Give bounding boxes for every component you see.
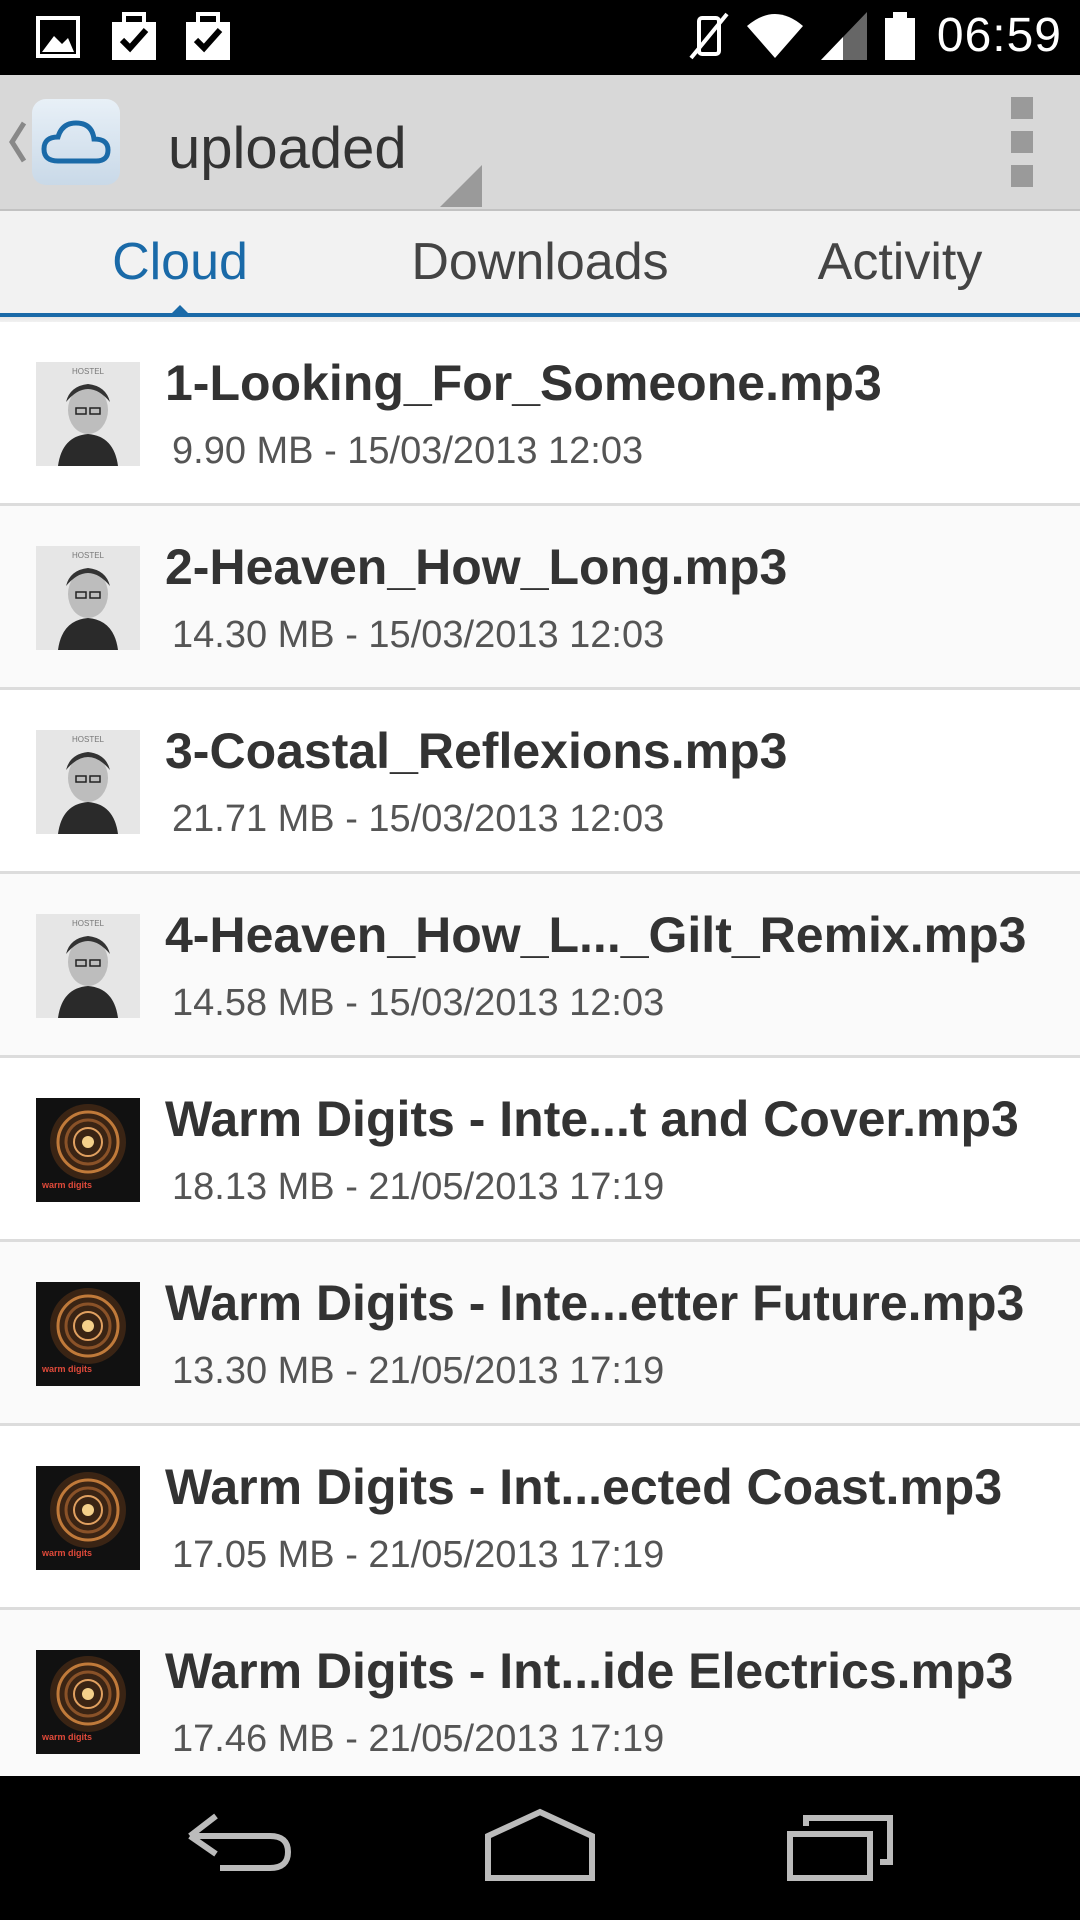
cloud-logo-icon[interactable] — [32, 99, 120, 185]
list-item[interactable]: HOSTEL 1-Looking_For_Someone.mp3 9.90 MB -… — [0, 322, 1080, 506]
tab-label: Cloud — [112, 233, 248, 291]
folder-spinner[interactable]: uploaded — [150, 93, 490, 207]
file-meta: 17.46 MB - 21/05/2013 17:19 — [172, 1718, 665, 1760]
overflow-menu-icon[interactable] — [1004, 97, 1040, 187]
list-item[interactable]: warm digits Warm Digits - Int...ide Elect… — [0, 1610, 1080, 1794]
file-meta: 14.30 MB - 15/03/2013 12:03 — [172, 614, 665, 656]
album-art-label: warm digits — [41, 1364, 92, 1374]
file-name: Warm Digits - Int...ected Coast.mp3 — [165, 1459, 1003, 1515]
album-art-label: HOSTEL — [72, 919, 105, 928]
album-art: HOSTEL — [36, 914, 140, 1018]
file-meta: 21.71 MB - 15/03/2013 12:03 — [172, 798, 665, 840]
album-art: warm digits — [36, 1466, 140, 1570]
list-item[interactable]: HOSTEL 4-Heaven_How_L..._Gilt_Remix.mp3 14… — [0, 874, 1080, 1058]
tab-downloads[interactable]: Downloads — [360, 211, 720, 313]
file-name: Warm Digits - Int...ide Electrics.mp3 — [165, 1643, 1014, 1699]
list-item[interactable]: HOSTEL 2-Heaven_How_Long.mp3 14.30 MB - 15… — [0, 506, 1080, 690]
file-name: 3-Coastal_Reflexions.mp3 — [165, 723, 788, 779]
album-art: warm digits — [36, 1282, 140, 1386]
album-art: HOSTEL — [36, 546, 140, 650]
up-caret-icon[interactable] — [4, 117, 30, 167]
back-icon[interactable] — [180, 1806, 300, 1890]
action-bar: uploaded — [0, 75, 1080, 211]
file-name: 4-Heaven_How_L..._Gilt_Remix.mp3 — [165, 907, 1027, 963]
spinner-arrow-icon — [440, 165, 482, 207]
file-meta: 14.58 MB - 15/03/2013 12:03 — [172, 982, 665, 1024]
file-name: Warm Digits - Inte...t and Cover.mp3 — [165, 1091, 1019, 1147]
list-item[interactable]: warm digits Warm Digits - Int...ected Coa… — [0, 1426, 1080, 1610]
file-name: 1-Looking_For_Someone.mp3 — [165, 355, 882, 411]
tab-label: Activity — [817, 233, 983, 291]
list-item[interactable]: warm digits Warm Digits - Inte...t and Co… — [0, 1058, 1080, 1242]
navigation-bar — [0, 1776, 1080, 1920]
recent-apps-icon[interactable] — [780, 1806, 900, 1890]
clock: 06:59 — [936, 9, 1062, 62]
album-art-label: warm digits — [41, 1548, 92, 1558]
album-art-label: warm digits — [41, 1180, 92, 1190]
album-art-label: HOSTEL — [72, 551, 105, 560]
album-art: HOSTEL — [36, 362, 140, 466]
notification-icons — [34, 12, 234, 64]
tab-bar: Cloud Downloads Activity — [0, 211, 1080, 317]
tab-cloud[interactable]: Cloud — [0, 211, 360, 317]
tab-activity[interactable]: Activity — [720, 211, 1080, 313]
tab-label: Downloads — [411, 233, 669, 291]
file-name: 2-Heaven_How_Long.mp3 — [165, 539, 788, 595]
signal-icon — [820, 11, 867, 60]
list-item[interactable]: HOSTEL 3-Coastal_Reflexions.mp3 21.71 MB -… — [0, 690, 1080, 874]
active-tab-indicator — [168, 305, 192, 317]
status-bar: 06:59 — [0, 0, 1080, 75]
file-meta: 18.13 MB - 21/05/2013 17:19 — [172, 1166, 665, 1208]
list-item[interactable]: warm digits Warm Digits - Inte...etter Fu… — [0, 1242, 1080, 1426]
battery-icon — [884, 11, 915, 60]
system-icons: 06:59 — [687, 8, 1062, 63]
file-meta: 9.90 MB - 15/03/2013 12:03 — [172, 430, 644, 472]
album-art-label: HOSTEL — [72, 367, 105, 376]
image-icon — [36, 16, 80, 58]
file-name: Warm Digits - Inte...etter Future.mp3 — [165, 1275, 1025, 1331]
wifi-icon — [746, 13, 803, 58]
file-meta: 13.30 MB - 21/05/2013 17:19 — [172, 1350, 665, 1392]
album-art-label: warm digits — [41, 1732, 92, 1742]
file-meta: 17.05 MB - 21/05/2013 17:19 — [172, 1534, 665, 1576]
album-art: HOSTEL — [36, 730, 140, 834]
task-check-icon — [186, 12, 230, 60]
album-art-label: HOSTEL — [72, 735, 105, 744]
album-art: warm digits — [36, 1650, 140, 1754]
page-title: uploaded — [168, 116, 407, 181]
task-check-icon — [112, 12, 156, 60]
file-list[interactable]: HOSTEL 1-Looking_For_Someone.mp3 9.90 MB -… — [0, 322, 1080, 1794]
home-icon[interactable] — [480, 1806, 600, 1890]
vibrate-off-icon — [689, 12, 729, 59]
album-art: warm digits — [36, 1098, 140, 1202]
